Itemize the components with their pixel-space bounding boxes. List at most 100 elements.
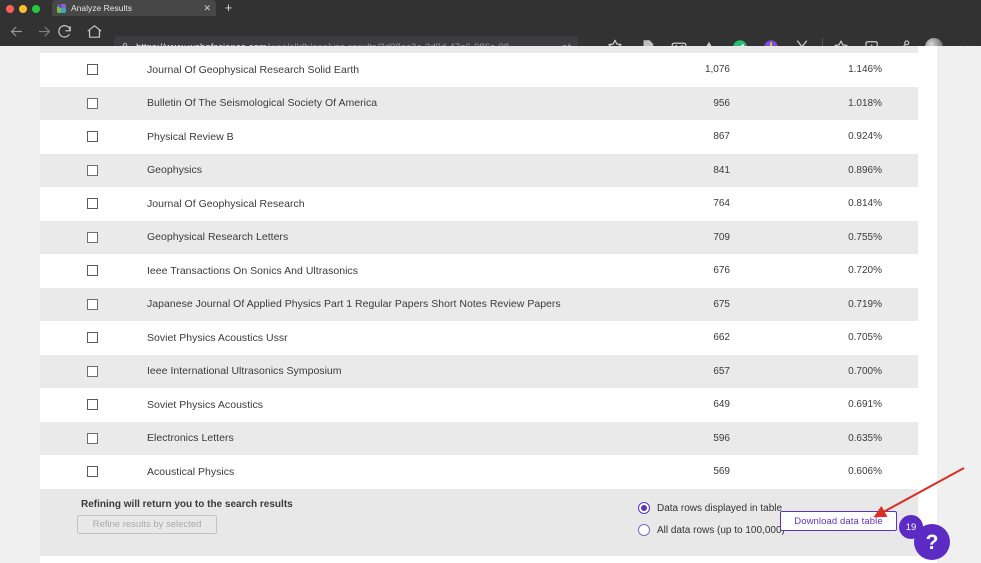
record-count: 1,076 [704,64,730,76]
row-checkbox[interactable] [87,265,98,277]
table-row[interactable]: Geophysics 841 0.896% [40,153,918,187]
record-percent: 0.755% [848,231,882,243]
row-select-cell[interactable] [40,64,145,76]
table-row[interactable]: Electronics Letters 596 0.635% [40,421,918,455]
row-checkbox[interactable] [87,64,98,76]
journal-name[interactable]: Soviet Physics Acoustics Ussr [145,332,648,344]
row-select-cell[interactable] [40,332,145,344]
record-count: 764 [713,198,730,210]
row-select-cell[interactable] [40,399,145,411]
record-percent: 0.719% [848,298,882,310]
browser-navigation-bar: https://www.webofscience.com/wos/alldb/a… [0,16,981,58]
journal-name[interactable]: Ieee International Ultrasonics Symposium [145,365,648,377]
radio-button-unselected-icon[interactable] [638,524,650,536]
journal-name[interactable]: Ieee Transactions On Sonics And Ultrason… [145,265,648,277]
table-row[interactable]: Bulletin Of The Seismological Society Of… [40,86,918,120]
record-percent: 0.635% [848,432,882,444]
record-percent: 0.705% [848,332,882,344]
window-close-button[interactable] [6,4,14,13]
table-row[interactable]: Journal Of Geophysical Research Solid Ea… [40,53,918,87]
analyze-results-table: Journal Of Geophysical Research Solid Ea… [40,46,918,489]
row-checkbox[interactable] [87,332,98,344]
page-left-gutter [0,46,40,563]
journal-name[interactable]: Geophysical Research Letters [145,231,648,243]
row-select-cell[interactable] [40,298,145,310]
page-viewport: Journal Of Geophysical Research Solid Ea… [0,46,981,563]
row-checkbox[interactable] [87,131,98,143]
record-count: 956 [713,97,730,109]
table-row[interactable]: Soviet Physics Acoustics Ussr 662 0.705% [40,321,918,355]
row-select-cell[interactable] [40,231,145,243]
row-select-cell[interactable] [40,432,145,444]
help-question-icon[interactable]: ? [914,524,950,560]
row-select-cell[interactable] [40,265,145,277]
table-row-clipped [40,46,918,53]
page-right-gutter [937,46,981,563]
row-select-cell[interactable] [40,198,145,210]
refine-note-label: Refining will return you to the search r… [81,499,293,510]
refine-download-panel: Refining will return you to the search r… [40,489,918,556]
refine-results-button[interactable]: Refine results by selected [77,515,217,534]
journal-name[interactable]: Acoustical Physics [145,466,648,478]
forward-arrow-icon[interactable] [36,23,53,40]
journal-name[interactable]: Journal Of Geophysical Research [145,198,648,210]
record-percent: 1.146% [848,64,882,76]
row-checkbox[interactable] [87,399,98,411]
back-arrow-icon[interactable] [8,23,25,40]
record-count: 675 [713,298,730,310]
row-checkbox[interactable] [87,365,98,377]
row-checkbox[interactable] [87,97,98,109]
row-checkbox[interactable] [87,432,98,444]
webofscience-favicon-icon [57,3,66,13]
analyze-results-content: Journal Of Geophysical Research Solid Ea… [40,46,965,563]
journal-name[interactable]: Bulletin Of The Seismological Society Of… [145,97,648,109]
journal-name[interactable]: Geophysics [145,164,648,176]
row-select-cell[interactable] [40,466,145,478]
browser-tab-analyze-results[interactable]: Analyze Results ✕ [52,0,216,16]
row-select-cell[interactable] [40,97,145,109]
record-count: 676 [713,265,730,277]
record-count: 649 [713,399,730,411]
row-checkbox[interactable] [87,198,98,210]
record-count: 657 [713,365,730,377]
table-row[interactable]: Physical Review B 867 0.924% [40,120,918,154]
table-row[interactable]: Geophysical Research Letters 709 0.755% [40,220,918,254]
radio-button-selected-icon[interactable] [638,502,650,514]
download-data-table-button[interactable]: Download data table [780,511,897,531]
table-row[interactable]: Acoustical Physics 569 0.606% [40,455,918,489]
radio-dot [641,505,647,511]
window-maximize-button[interactable] [32,4,40,13]
new-tab-icon[interactable]: + [222,1,235,14]
journal-name[interactable]: Journal Of Geophysical Research Solid Ea… [145,64,648,76]
journal-name[interactable]: Japanese Journal Of Applied Physics Part… [145,298,648,310]
journal-name[interactable]: Soviet Physics Acoustics [145,399,648,411]
reload-icon[interactable] [56,23,73,40]
row-select-cell[interactable] [40,164,145,176]
row-checkbox[interactable] [87,164,98,176]
table-row[interactable]: Soviet Physics Acoustics 649 0.691% [40,388,918,422]
tab-close-icon[interactable]: ✕ [203,3,211,13]
record-percent: 0.700% [848,365,882,377]
radio-label[interactable]: All data rows (up to 100,000) [657,525,785,536]
record-percent: 0.814% [848,198,882,210]
table-row[interactable]: Japanese Journal Of Applied Physics Part… [40,287,918,321]
record-count: 662 [713,332,730,344]
radio-label[interactable]: Data rows displayed in table [657,503,782,514]
row-select-cell[interactable] [40,365,145,377]
table-row[interactable]: Ieee Transactions On Sonics And Ultrason… [40,254,918,288]
row-checkbox[interactable] [87,466,98,478]
record-percent: 1.018% [848,97,882,109]
home-icon[interactable] [86,23,103,40]
record-count: 709 [713,231,730,243]
tab-title: Analyze Results [71,3,132,13]
window-minimize-button[interactable] [19,4,27,13]
row-select-cell[interactable] [40,131,145,143]
row-checkbox[interactable] [87,298,98,310]
journal-name[interactable]: Electronics Letters [145,432,648,444]
table-row[interactable]: Journal Of Geophysical Research 764 0.81… [40,187,918,221]
table-row[interactable]: Ieee International Ultrasonics Symposium… [40,354,918,388]
help-widget[interactable]: 19 ? [896,511,952,563]
record-percent: 0.720% [848,265,882,277]
journal-name[interactable]: Physical Review B [145,131,648,143]
row-checkbox[interactable] [87,231,98,243]
